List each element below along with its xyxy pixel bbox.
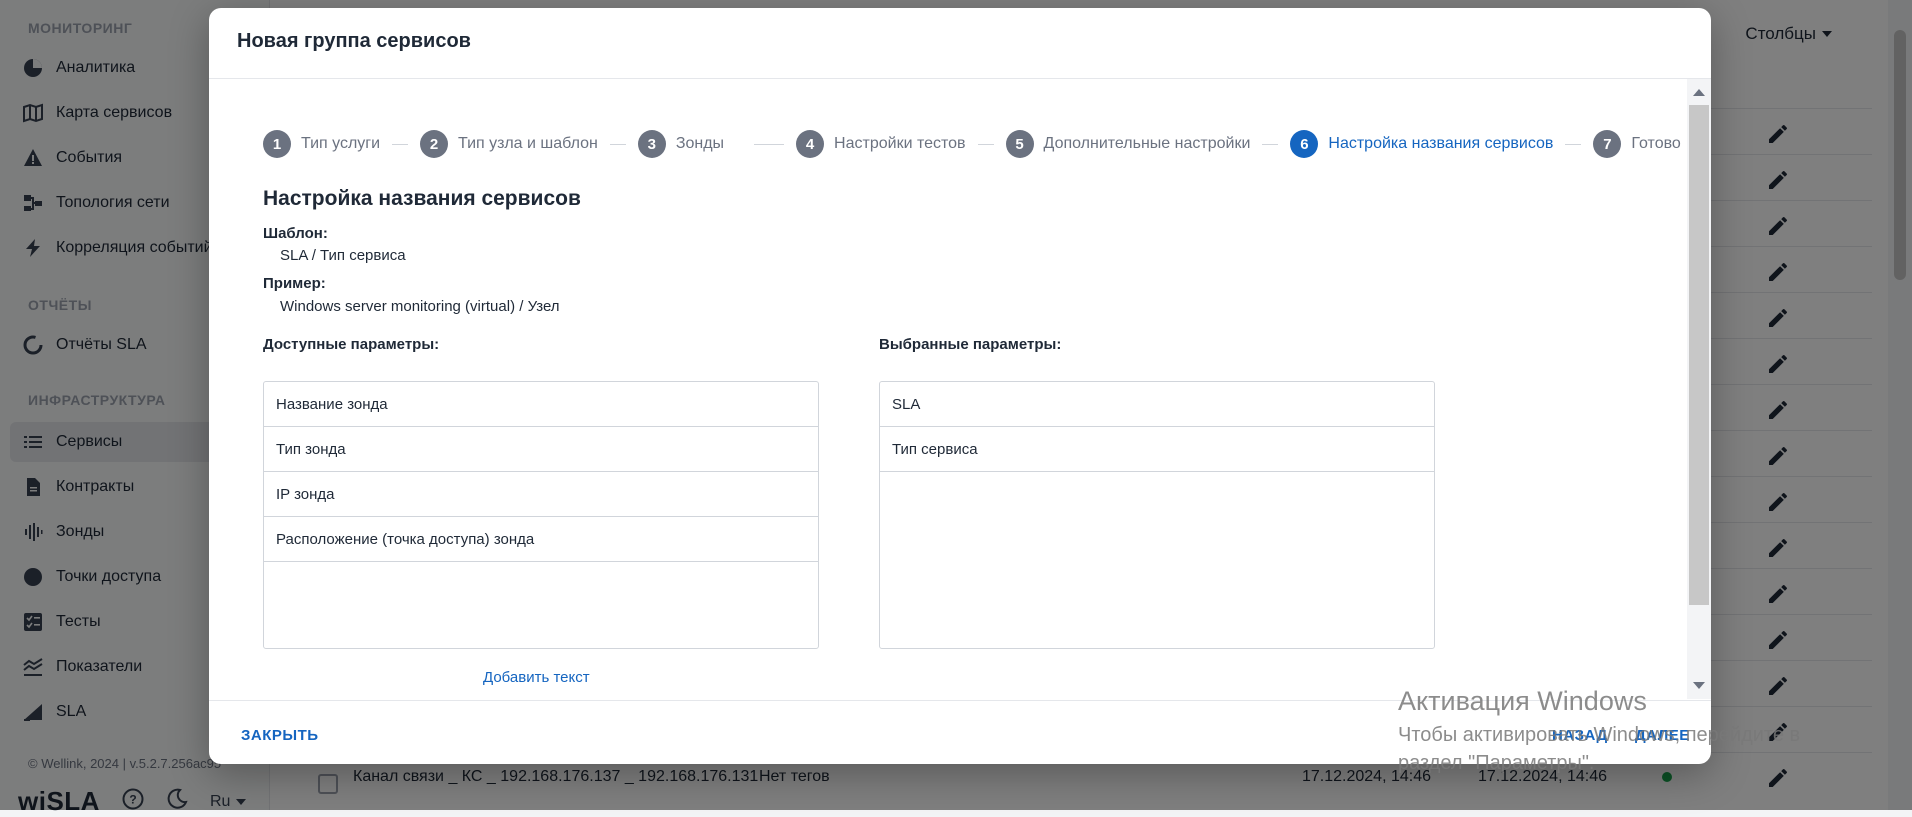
step-test-settings[interactable]: 4 Настройки тестов [796, 130, 966, 158]
watermark-title: Активация Windows [1398, 686, 1647, 716]
example-label: Пример: [263, 275, 326, 292]
available-params-label: Доступные параметры: [263, 336, 440, 353]
step-connector [754, 143, 785, 145]
example-value: Windows server monitoring (virtual) / Уз… [280, 298, 560, 315]
step-label: Готово [1631, 135, 1681, 152]
step-connector [609, 143, 626, 145]
step-service-type[interactable]: 1 Тип услуги [263, 130, 380, 158]
step-service-naming[interactable]: 6 Настройка названия сервисов [1290, 130, 1553, 158]
step-number: 1 [263, 130, 291, 158]
wizard-stepper: 1 Тип услуги 2 Тип узла и шаблон 3 Зонды… [263, 130, 1681, 158]
new-service-group-dialog: Новая группа сервисов 1 Тип услуги 2 Тип… [209, 8, 1711, 764]
step-additional-settings[interactable]: 5 Дополнительные настройки [1005, 130, 1251, 158]
step-label: Настройки тестов [834, 135, 966, 152]
step-number: 2 [420, 130, 449, 158]
step-label: Тип узла и шаблон [458, 135, 598, 152]
template-value: SLA / Тип сервиса [280, 247, 406, 264]
selected-params-label: Выбранные параметры: [879, 336, 1062, 353]
section-title: Настройка названия сервисов [263, 187, 581, 210]
windows-activation-watermark: Активация Windows Чтобы активировать Win… [1398, 686, 1868, 777]
step-label: Тип услуги [301, 135, 381, 152]
step-node-type-template[interactable]: 2 Тип узла и шаблон [420, 130, 598, 158]
scroll-up-icon[interactable] [1693, 89, 1705, 96]
template-label: Шаблон: [263, 225, 328, 242]
list-item[interactable]: Тип сервиса [880, 427, 1434, 472]
dialog-scrollbar[interactable] [1687, 79, 1711, 699]
step-label: Зонды [675, 135, 725, 152]
step-done[interactable]: 7 Готово [1593, 130, 1681, 158]
step-label: Дополнительные настройки [1043, 135, 1251, 152]
step-number: 3 [637, 130, 666, 158]
list-item[interactable]: Тип зонда [264, 427, 818, 472]
add-text-link[interactable]: Добавить текст [483, 669, 590, 686]
step-connector [977, 143, 994, 145]
step-label: Настройка названия сервисов [1328, 135, 1554, 152]
watermark-text: Чтобы активировать Windows, перейдите в … [1398, 724, 1801, 774]
list-item[interactable]: SLA [880, 382, 1434, 427]
scroll-thumb[interactable] [1689, 105, 1709, 605]
step-connector [392, 143, 409, 145]
dialog-body: 1 Тип услуги 2 Тип узла и шаблон 3 Зонды… [209, 79, 1687, 699]
dialog-title: Новая группа сервисов [237, 30, 471, 52]
step-connector [1565, 143, 1582, 145]
step-number: 5 [1005, 130, 1034, 158]
step-number: 7 [1593, 130, 1622, 158]
available-params-list[interactable]: Название зонда Тип зонда IP зонда Распол… [263, 381, 819, 649]
step-probes[interactable]: 3 Зонды [637, 130, 725, 158]
selected-params-list[interactable]: SLA Тип сервиса [879, 381, 1435, 649]
step-number: 4 [796, 130, 825, 158]
dialog-header: Новая группа сервисов [209, 8, 1711, 79]
step-connector [1262, 143, 1279, 145]
list-item[interactable]: Расположение (точка доступа) зонда [264, 517, 818, 562]
list-item[interactable]: Название зонда [264, 382, 818, 427]
list-item[interactable]: IP зонда [264, 472, 818, 517]
close-button[interactable]: ЗАКРЫТЬ [241, 727, 319, 744]
step-number: 6 [1290, 130, 1319, 158]
